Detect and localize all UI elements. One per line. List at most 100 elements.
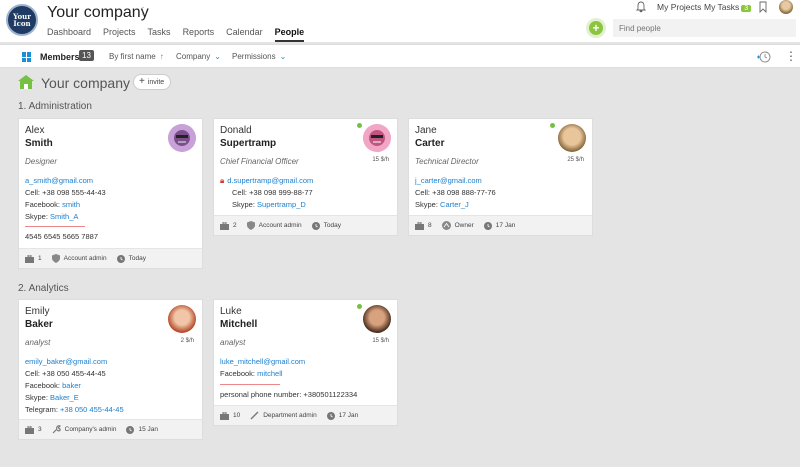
- telegram-label: Telegram:: [25, 405, 58, 414]
- projects-count-value: 8: [428, 222, 432, 229]
- bell-icon[interactable]: [635, 1, 647, 13]
- last-activity-value: 17 Jan: [338, 412, 359, 419]
- nav-dashboard[interactable]: Dashboard: [47, 27, 91, 42]
- clock-icon: [311, 221, 320, 230]
- my-projects-link[interactable]: My Projects: [657, 2, 701, 12]
- first-name: Donald: [220, 125, 252, 136]
- avatar[interactable]: [363, 124, 391, 152]
- avatar[interactable]: [168, 305, 196, 333]
- last-name: Smith: [25, 138, 53, 149]
- person-card[interactable]: Emily Baker 2 $/h analyst emily_baker@gm…: [18, 299, 203, 440]
- nav-tasks[interactable]: Tasks: [148, 27, 171, 42]
- contact-info: emily_baker@gmail.com Cell: +38 050 455-…: [25, 356, 124, 416]
- cell-value: +38 098 555-44-43: [42, 188, 106, 197]
- projects-count-value: 3: [38, 426, 42, 433]
- sort-by-first-name[interactable]: By first name ↑: [109, 52, 164, 61]
- projects-count-value: 10: [233, 412, 241, 419]
- filter-bar: Members 13 By first name ↑ Company ⌄ Permi…: [0, 44, 800, 68]
- company-title[interactable]: Your company: [47, 4, 149, 22]
- add-button[interactable]: +: [589, 21, 603, 35]
- online-status: [357, 123, 362, 128]
- last-name: Carter: [415, 138, 445, 149]
- person-card[interactable]: Donald Supertramp 15 $/h Chief Financial…: [213, 118, 398, 236]
- skype-link[interactable]: Baker_E: [50, 393, 79, 402]
- permissions-filter[interactable]: Permissions ⌄: [232, 52, 286, 61]
- plus-icon: +: [139, 76, 145, 87]
- email-link[interactable]: a_smith@gmail.com: [25, 175, 106, 187]
- my-tasks-count: 3: [741, 5, 752, 12]
- person-card[interactable]: Jane Carter 25 $/h Technical Director j_…: [408, 118, 593, 236]
- last-name: Mitchell: [220, 319, 258, 330]
- last-activity-value: 15 Jan: [138, 426, 158, 433]
- add-time-icon[interactable]: [756, 50, 772, 64]
- telegram-link[interactable]: +38 050 455-44-45: [60, 405, 124, 414]
- skype-link[interactable]: Carter_J: [440, 200, 469, 209]
- brush-icon: [250, 411, 259, 420]
- skype-row: Skype: Supertramp_D: [220, 199, 313, 211]
- facebook-row: Facebook: smith: [25, 199, 106, 211]
- facebook-link[interactable]: smith: [62, 200, 80, 209]
- shield-icon: [246, 221, 255, 230]
- cell-label: Cell:: [415, 188, 431, 197]
- permission-level: Company's admin: [52, 425, 116, 434]
- main-nav: Dashboard Projects Tasks Reports Calenda…: [47, 27, 316, 42]
- projects-count-value: 1: [38, 255, 42, 262]
- last-activity: Today: [116, 254, 146, 263]
- person-card[interactable]: Alex Smith Designer a_smith@gmail.com Ce…: [18, 118, 203, 269]
- contact-info: 🔒︎ d.supertramp@gmail.com Cell: +38 098 9…: [220, 175, 313, 211]
- permission-level: Account admin: [246, 221, 302, 230]
- more-options-icon[interactable]: ⋮: [785, 50, 797, 62]
- search-input[interactable]: [613, 19, 796, 37]
- projects-count[interactable]: 3: [25, 425, 42, 434]
- first-name: Luke: [220, 306, 242, 317]
- projects-count[interactable]: 2: [220, 221, 237, 230]
- avatar[interactable]: [558, 124, 586, 152]
- email-link[interactable]: j_carter@gmail.com: [415, 175, 496, 187]
- invite-button[interactable]: + invite: [133, 74, 172, 90]
- projects-count[interactable]: 10: [220, 411, 241, 420]
- skype-link[interactable]: Supertramp_D: [257, 200, 306, 209]
- hourly-rate: 15 $/h: [372, 157, 389, 163]
- email-link[interactable]: d.supertramp@gmail.com: [227, 176, 313, 185]
- email-link[interactable]: luke_mitchell@gmail.com: [220, 356, 305, 368]
- nav-calendar[interactable]: Calendar: [226, 27, 263, 42]
- my-tasks-label: My Tasks: [704, 2, 740, 12]
- nav-projects[interactable]: Projects: [103, 27, 136, 42]
- bookmark-icon[interactable]: [758, 1, 768, 13]
- avatar[interactable]: [363, 305, 391, 333]
- card-footer: 2 Account admin Today: [214, 215, 397, 235]
- email-link[interactable]: emily_baker@gmail.com: [25, 356, 124, 368]
- page-title: Your company: [41, 75, 130, 91]
- company-menu-icon[interactable]: ⋮: [138, 7, 148, 17]
- facebook-link[interactable]: baker: [62, 381, 81, 390]
- company-filter[interactable]: Company ⌄: [176, 52, 221, 61]
- user-avatar[interactable]: [779, 0, 793, 14]
- permission-label: Department admin: [263, 412, 317, 419]
- last-activity-value: Today: [323, 222, 341, 229]
- company-logo[interactable]: Your Icon: [6, 4, 38, 36]
- projects-count[interactable]: 1: [25, 254, 42, 263]
- avatar[interactable]: [168, 124, 196, 152]
- hourly-rate: 2 $/h: [180, 338, 194, 344]
- job-title: Designer: [25, 157, 58, 166]
- cell-label: Cell:: [232, 188, 248, 197]
- skype-label: Skype:: [25, 212, 48, 221]
- card-footer: 10 Department admin 17 Jan: [214, 405, 397, 425]
- skype-link[interactable]: Smith_A: [50, 212, 78, 221]
- permission-level: Account admin: [51, 254, 107, 263]
- facebook-link[interactable]: mitchell: [257, 369, 282, 378]
- projects-count-value: 2: [233, 222, 237, 229]
- permissions-filter-label: Permissions: [232, 52, 276, 61]
- grid-view-icon[interactable]: [22, 52, 32, 62]
- cell-row: Cell: +38 098 555-44-43: [25, 187, 106, 199]
- briefcase-icon: [25, 425, 34, 434]
- clock-icon: [126, 425, 135, 434]
- person-card[interactable]: Luke Mitchell 15 $/h analyst luke_mitche…: [213, 299, 398, 426]
- projects-count[interactable]: 8: [415, 221, 432, 230]
- nav-reports[interactable]: Reports: [183, 27, 215, 42]
- briefcase-icon: [220, 411, 229, 420]
- nav-people[interactable]: People: [274, 27, 305, 42]
- my-tasks-link[interactable]: My Tasks 3: [704, 2, 752, 12]
- members-tab[interactable]: Members: [40, 52, 80, 62]
- last-activity: Today: [311, 221, 341, 230]
